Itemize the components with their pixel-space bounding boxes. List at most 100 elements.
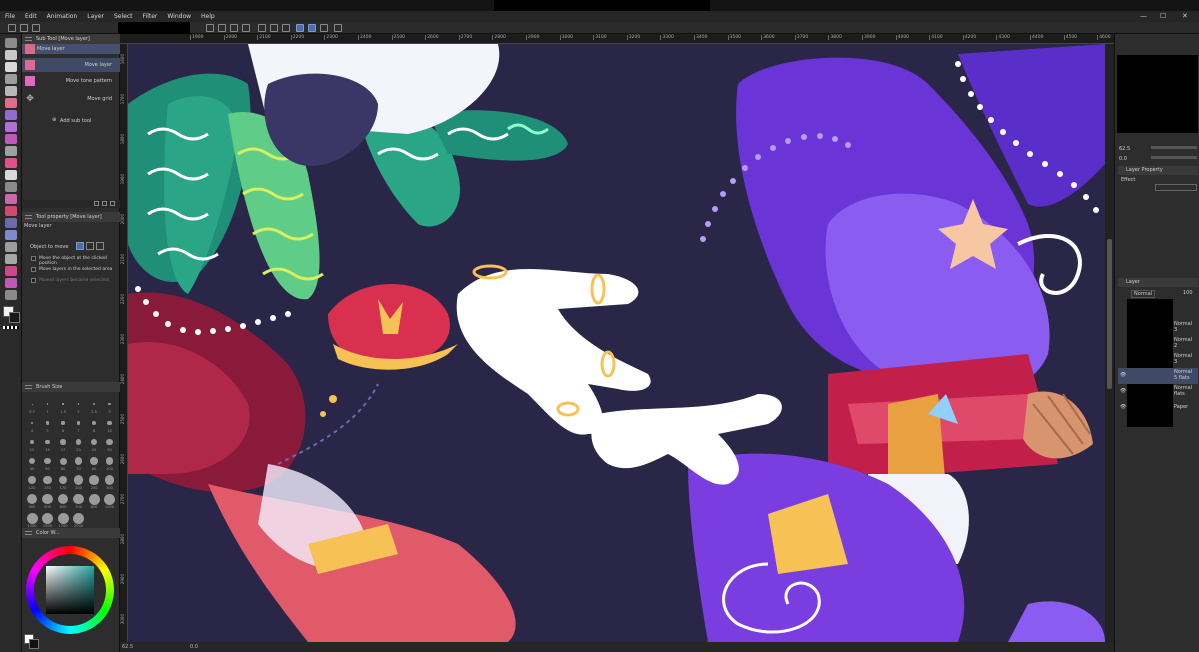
menu-window[interactable]: Window [162,11,196,22]
brush-size-preset[interactable]: 250 [87,474,101,492]
pencil-tool-icon[interactable] [5,134,17,144]
angle-readout[interactable]: 0.0 [190,642,198,652]
clear-icon[interactable] [230,24,238,32]
brush-size-preset[interactable]: 20 [72,436,86,454]
transparent-color-swatch[interactable] [3,326,19,329]
tool-property-tab[interactable]: Tool property [Move layer] [22,212,120,222]
blend-tool-icon[interactable] [5,194,17,204]
blend-mode-select[interactable]: Normal [1131,290,1156,298]
brush-size-preset[interactable]: 6 [56,417,70,435]
save-icon[interactable] [32,24,40,32]
visibility-eye-icon[interactable]: 👁 [1120,404,1126,410]
option-checkbox[interactable] [31,278,36,283]
layer-row[interactable]: Normal 3 [1118,352,1198,368]
brush-size-preset[interactable]: 2.5 [87,398,101,416]
brush-size-preset[interactable]: 600 [56,493,70,511]
object-mode-tone-button[interactable] [86,242,94,250]
brush-size-preset[interactable]: 7 [72,417,86,435]
brush-size-preset[interactable]: 1700 [56,512,70,530]
eraser-tool-icon[interactable] [5,182,17,192]
eyedropper-tool-icon[interactable] [5,110,17,120]
layer-row[interactable]: Normal 2 [1118,336,1198,352]
brush-size-preset[interactable]: 8 [87,417,101,435]
maximize-button[interactable]: ☐ [1160,11,1166,22]
brush-size-preset[interactable]: 1200 [25,512,39,530]
brush-tool-icon[interactable] [5,146,17,156]
snap-grid-icon[interactable] [308,24,316,32]
fill-tool-icon[interactable] [5,206,17,216]
airbrush-tool-icon[interactable] [5,158,17,168]
layer-row[interactable]: 👁 Normal flats [1118,384,1198,400]
brush-size-preset[interactable]: 80 [87,455,101,473]
snap-ruler-icon[interactable] [296,24,304,32]
layer-row[interactable]: Normal 3 [1118,320,1198,336]
object-mode-layer-button[interactable] [76,242,84,250]
brush-size-preset[interactable]: 800 [87,493,101,511]
brush-size-preset[interactable]: 12 [25,436,39,454]
navigator-zoom[interactable]: 62.5 [1119,146,1130,152]
figure-tool-icon[interactable] [5,230,17,240]
option-checkbox[interactable] [31,267,36,272]
scroll-thumb[interactable] [1107,239,1112,389]
add-subtool-button[interactable]: ⊕ Add sub tool [22,116,120,126]
gradient-tool-icon[interactable] [5,218,17,228]
brush-size-tab[interactable]: Brush Size [22,382,120,392]
subtool-item-move-grid[interactable]: ✥ Move grid [22,92,120,106]
layer-tab[interactable]: Layer [1118,278,1198,287]
brush-size-preset[interactable]: 1000 [103,493,117,511]
brush-size-preset[interactable]: 70 [72,455,86,473]
close-button[interactable]: ✕ [1182,11,1188,22]
layer-row[interactable]: 👁 Paper [1118,400,1198,416]
move-tool-icon[interactable] [5,38,17,48]
new-subtool-icon[interactable] [94,201,99,206]
visibility-eye-icon[interactable]: 👁 [1120,388,1126,394]
copy-subtool-icon[interactable] [102,201,107,206]
brush-size-preset[interactable]: 0.7 [25,398,39,416]
auto-select-tool-icon[interactable] [5,98,17,108]
brush-size-preset[interactable]: 50 [41,455,55,473]
brush-size-preset[interactable]: 17 [56,436,70,454]
brush-size-preset[interactable]: 200 [72,474,86,492]
subtool-item-move-tone-pattern[interactable]: Move tone pattern [22,74,120,88]
brush-size-preset[interactable]: 5 [41,417,55,435]
minimize-button[interactable]: — [1140,11,1147,22]
layer-row-selected[interactable]: 👁 Normal 5 flats [1118,368,1198,384]
brush-size-preset[interactable]: 120 [25,474,39,492]
menu-file[interactable]: File [0,11,20,22]
sub-color-swatch[interactable] [9,312,20,323]
brush-size-preset[interactable]: 3 [103,398,117,416]
menu-filter[interactable]: Filter [138,11,163,22]
brush-size-preset[interactable]: 100 [103,455,117,473]
navigator-zoom-slider[interactable] [1151,146,1197,149]
decoration-tool-icon[interactable] [5,170,17,180]
menu-edit[interactable]: Edit [20,11,42,22]
subtool-item-move-layer[interactable]: Move layer [22,58,120,72]
brush-size-preset[interactable]: 150 [41,474,55,492]
brush-size-preset[interactable]: 1.5 [56,398,70,416]
deselect-icon[interactable] [258,24,266,32]
redo-icon[interactable] [218,24,226,32]
brush-size-preset[interactable]: 400 [25,493,39,511]
invert-selection-icon[interactable] [270,24,278,32]
correct-line-tool-icon[interactable] [5,290,17,300]
navigator-preview[interactable] [1117,55,1198,133]
brush-size-preset[interactable]: 500 [41,493,55,511]
saturation-value-square[interactable] [46,566,94,614]
brush-size-preset[interactable]: 15 [41,436,55,454]
brush-size-preset[interactable]: 2000 [72,512,86,530]
brush-size-preset[interactable]: 1 [41,398,55,416]
text-tool-icon[interactable] [5,266,17,276]
brush-size-preset[interactable]: 170 [56,474,70,492]
selection-tool-icon[interactable] [5,86,17,96]
move-layer-tool-icon[interactable] [5,62,17,72]
hue-ring[interactable] [26,546,114,634]
brush-size-preset[interactable]: 1500 [41,512,55,530]
ruler-tool-icon[interactable] [5,254,17,264]
new-icon[interactable] [8,24,16,32]
menu-layer[interactable]: Layer [82,11,109,22]
layer-property-tab[interactable]: Layer Property [1118,166,1198,175]
navigator-angle-slider[interactable] [1151,156,1197,159]
edit-icon[interactable] [334,24,342,32]
color-wheel-sub-swatch[interactable] [29,639,39,649]
open-icon[interactable] [20,24,28,32]
